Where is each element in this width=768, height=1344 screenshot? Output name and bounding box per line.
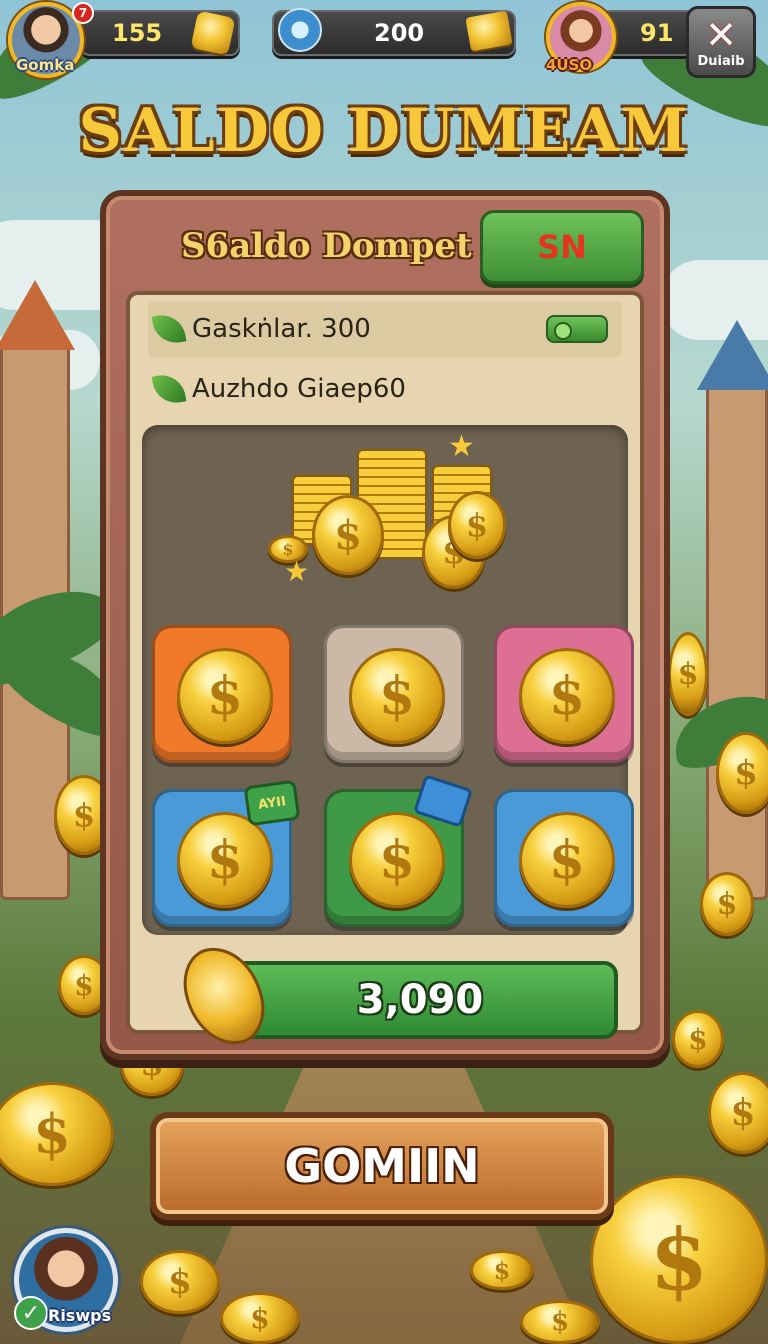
coin-area: $ $ $ $ ★ ★ $ $ $ $ $ $ AYII <box>142 425 634 935</box>
coin-icon: $ <box>448 491 506 559</box>
notification-badge: 7 <box>72 2 94 24</box>
coin-icon: $ <box>519 648 615 744</box>
gold-bar-icon <box>465 10 513 52</box>
coin-icon: $ <box>177 812 273 908</box>
coin-icon: $ <box>312 495 384 575</box>
close-icon: ✕ <box>705 12 737 57</box>
main-action-button[interactable]: GOMIIN <box>150 1112 614 1220</box>
coin-tile[interactable]: $ <box>324 625 464 763</box>
floating-coin-icon: $ <box>220 1292 300 1344</box>
close-button[interactable]: ✕ Duiaib <box>686 6 756 78</box>
floating-coin-icon: $ <box>700 872 754 936</box>
compass-icon <box>278 8 322 52</box>
check-icon: ✓ <box>14 1296 48 1330</box>
left-tower-roof <box>0 280 75 350</box>
coin-tile[interactable]: $ <box>494 789 634 927</box>
floating-coin-icon: $ <box>672 1010 724 1068</box>
center-resource-value: 200 <box>374 19 425 47</box>
coin-tile[interactable]: $ <box>152 625 292 763</box>
wallet-panel: S6aldo Dompet SN Gaskṅlar. 300 Auzhdo Gi… <box>100 190 670 1060</box>
coin-icon: $ <box>177 648 273 744</box>
panel-heading: S6aldo Dompet <box>181 226 472 266</box>
player-name: Gomka <box>16 56 75 74</box>
left-resource-value: 155 <box>112 19 163 47</box>
sn-button[interactable]: SN <box>480 210 644 284</box>
floating-coin-icon: $ <box>590 1175 768 1344</box>
floating-coin-icon: $ <box>668 632 708 716</box>
gold-nugget-icon <box>190 10 236 56</box>
close-button-label: Duiaib <box>697 53 745 69</box>
right-resource-value: 91 <box>640 19 674 47</box>
coin-icon: $ <box>349 648 445 744</box>
coin-tile[interactable]: $ <box>494 625 634 763</box>
leaf-icon <box>151 311 187 347</box>
info-row-text: Gaskṅlar. 300 <box>192 314 371 344</box>
floating-coin-icon: $ <box>716 732 768 814</box>
floating-coin-icon: $ <box>520 1300 600 1344</box>
right-tower-roof <box>697 320 768 390</box>
opponent-name: 4USO <box>546 56 593 74</box>
coin-pile-icon: $ $ $ $ ★ ★ <box>262 429 522 595</box>
tile-tag: AYII <box>243 779 301 827</box>
floating-coin-icon: $ <box>140 1250 220 1314</box>
right-tower <box>706 380 768 900</box>
panel-content: Gaskṅlar. 300 Auzhdo Giaep60 $ $ $ $ ★ ★ <box>126 291 644 1034</box>
info-row: Gaskṅlar. 300 <box>148 301 622 357</box>
floating-coin-icon: $ <box>708 1072 768 1154</box>
info-row: Auzhdo Giaep60 <box>148 361 622 417</box>
toggle-icon[interactable] <box>546 315 608 343</box>
profile-label: Riswps <box>48 1306 112 1325</box>
star-icon: ★ <box>284 555 310 588</box>
leaf-icon <box>151 371 187 407</box>
coin-icon: $ <box>349 812 445 908</box>
star-icon: ★ <box>448 429 475 464</box>
floating-coin-icon: $ <box>470 1250 534 1290</box>
info-row-text: Auzhdo Giaep60 <box>192 374 406 404</box>
coin-icon: $ <box>519 812 615 908</box>
total-balance: 3,090 <box>222 961 618 1039</box>
page-title: SALDO DUMEAM <box>78 96 690 166</box>
